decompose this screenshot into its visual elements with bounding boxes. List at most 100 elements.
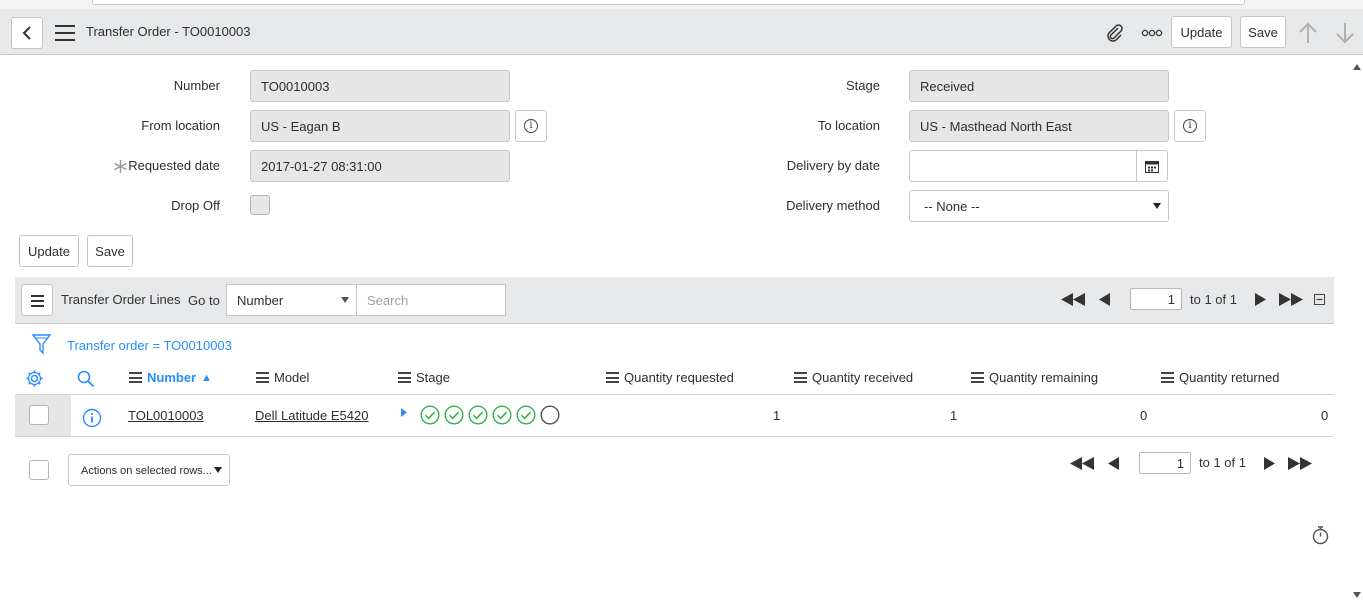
column-header-number[interactable]: Number ▲: [129, 370, 212, 385]
form-update-button[interactable]: Update: [19, 235, 79, 267]
from-location-label: From location: [141, 118, 220, 133]
stage-field[interactable]: Received: [909, 70, 1169, 102]
from-location-field[interactable]: US - Eagan B: [250, 110, 510, 142]
timer-icon[interactable]: [1310, 525, 1330, 545]
goto-field-value: Number: [237, 293, 284, 308]
stage-complete-icon: [444, 405, 464, 425]
row-number-link[interactable]: TOL0010003: [128, 408, 204, 423]
chevron-down-icon: [214, 467, 222, 473]
address-bar: [92, 0, 1245, 5]
scroll-down-icon[interactable]: [1352, 590, 1362, 600]
header-update-button[interactable]: Update: [1171, 16, 1232, 48]
from-location-info-button[interactable]: i: [515, 110, 547, 142]
delivery-method-select[interactable]: -- None --: [909, 190, 1169, 222]
prev-page-icon[interactable]: [1106, 455, 1120, 471]
menu-icon[interactable]: [55, 25, 75, 41]
column-menu-icon[interactable]: [971, 372, 984, 383]
next-page-icon[interactable]: [1253, 291, 1267, 307]
page-number-input[interactable]: 1: [1130, 288, 1182, 310]
list-menu-button[interactable]: [21, 284, 53, 316]
expand-stage-icon[interactable]: [400, 407, 408, 417]
select-all-checkbox[interactable]: [29, 460, 49, 480]
column-header-quantity-received[interactable]: Quantity received: [794, 370, 913, 385]
info-icon[interactable]: [81, 407, 103, 429]
back-button[interactable]: [11, 17, 43, 49]
form-header: Transfer Order - TO0010003 Update Save: [0, 9, 1363, 55]
requested-date-field[interactable]: 2017-01-27 08:31:00: [250, 150, 510, 182]
row-model-link[interactable]: Dell Latitude E5420: [255, 408, 368, 423]
column-header-model[interactable]: Model: [256, 370, 309, 385]
row-quantity-requested: 1: [773, 408, 781, 423]
last-page-icon[interactable]: [1278, 291, 1304, 307]
delivery-method-label: Delivery method: [786, 198, 880, 213]
info-icon: i: [1183, 119, 1197, 133]
to-location-info-button[interactable]: i: [1174, 110, 1206, 142]
number-label: Number: [173, 78, 220, 93]
bottom-page-number-input[interactable]: 1: [1139, 452, 1191, 474]
column-label: Model: [274, 370, 310, 385]
column-header-quantity-returned[interactable]: Quantity returned: [1161, 370, 1279, 385]
sort-ascending-icon: ▲: [201, 371, 213, 384]
stage-complete-icon: [492, 405, 512, 425]
stage-pending-icon: [540, 405, 560, 425]
form-save-button[interactable]: Save: [87, 235, 133, 267]
arrow-up-icon[interactable]: [1296, 21, 1320, 45]
search-icon[interactable]: [76, 369, 96, 389]
drop-off-label: Drop Off: [171, 198, 220, 213]
next-page-icon[interactable]: [1262, 455, 1276, 471]
stage-complete-icon: [420, 405, 440, 425]
stage-progress: [415, 405, 565, 425]
collapse-icon[interactable]: [1313, 293, 1325, 305]
last-page-icon[interactable]: [1287, 455, 1313, 471]
delivery-by-date-field[interactable]: [909, 150, 1138, 182]
actions-select[interactable]: Actions on selected rows...: [68, 454, 230, 486]
column-menu-icon[interactable]: [256, 372, 269, 383]
prev-page-icon[interactable]: [1097, 291, 1111, 307]
related-list-toolbar: Transfer Order Lines Go to Number Search…: [15, 277, 1334, 324]
search-input[interactable]: Search: [356, 284, 506, 316]
calendar-icon: [1145, 160, 1159, 173]
paperclip-icon[interactable]: [1104, 22, 1126, 44]
to-location-field[interactable]: US - Masthead North East: [909, 110, 1169, 142]
column-menu-icon[interactable]: [129, 372, 142, 383]
column-menu-icon[interactable]: [794, 372, 807, 383]
drop-off-checkbox[interactable]: [250, 195, 270, 215]
column-header-quantity-requested[interactable]: Quantity requested: [606, 370, 734, 385]
first-page-icon[interactable]: [1060, 291, 1086, 307]
row-checkbox[interactable]: [29, 405, 49, 425]
filter-icon[interactable]: [31, 333, 51, 355]
back-icon: [22, 26, 31, 40]
gear-icon[interactable]: [24, 368, 44, 388]
to-location-label: To location: [817, 118, 880, 133]
goto-label: Go to: [188, 293, 220, 308]
stage-complete-icon: [468, 405, 488, 425]
bottom-page-range: to 1 of 1: [1199, 455, 1246, 470]
number-field[interactable]: TO0010003: [250, 70, 510, 102]
delivery-method-value: -- None --: [924, 199, 980, 214]
chevron-down-icon: [1153, 203, 1161, 209]
page-range: to 1 of 1: [1190, 292, 1237, 307]
header-save-button[interactable]: Save: [1240, 16, 1286, 48]
column-label: Quantity received: [812, 370, 914, 385]
column-menu-icon[interactable]: [398, 372, 411, 383]
row-quantity-received: 1: [950, 408, 958, 423]
table-row: TOL0010003 Dell Latitude E5420 1 1 0 0: [15, 394, 1334, 437]
row-quantity-remaining: 0: [1140, 408, 1148, 423]
actions-select-value: Actions on selected rows...: [81, 465, 212, 477]
column-menu-icon[interactable]: [606, 372, 619, 383]
first-page-icon[interactable]: [1069, 455, 1095, 471]
column-header-quantity-remaining[interactable]: Quantity remaining: [971, 370, 1098, 385]
related-list-title: Transfer Order Lines: [61, 292, 181, 307]
column-label: Number: [147, 370, 197, 385]
stage-label: Stage: [846, 78, 880, 93]
column-label: Stage: [416, 370, 450, 385]
goto-field-select[interactable]: Number: [226, 284, 357, 316]
column-header-stage[interactable]: Stage: [398, 370, 450, 385]
filter-breadcrumb[interactable]: Transfer order = TO0010003: [67, 338, 232, 353]
more-icon[interactable]: [1140, 22, 1164, 44]
column-menu-icon[interactable]: [1161, 372, 1174, 383]
arrow-down-icon[interactable]: [1333, 21, 1357, 45]
calendar-button[interactable]: [1136, 150, 1168, 182]
scroll-up-icon[interactable]: [1352, 62, 1362, 72]
info-icon: i: [524, 119, 538, 133]
